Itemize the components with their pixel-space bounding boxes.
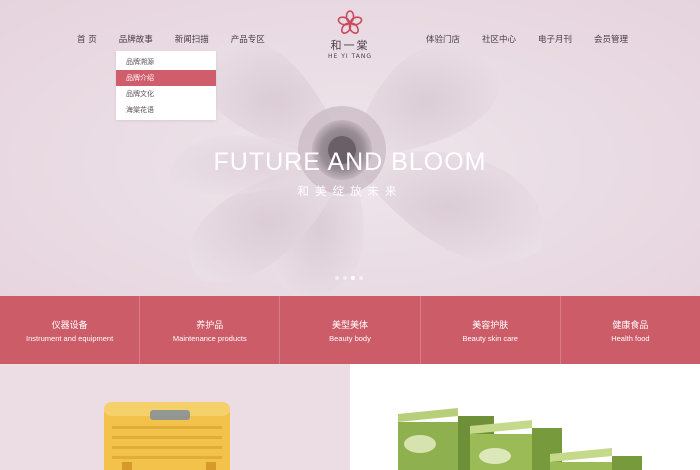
category-beauty-body[interactable]: 美型美体 Beauty body: [280, 296, 421, 364]
nav-products[interactable]: 产品专区: [220, 33, 276, 47]
hero-title: FUTURE AND BLOOM: [213, 148, 487, 176]
hero-subtitle: 和美绽放未来: [297, 184, 403, 198]
nav-e-magazine[interactable]: 电子月刊: [527, 33, 583, 47]
hero-banner: 首 页 品牌故事 新闻扫描 产品专区 和一棠 HE YI TANG 体验门店 社…: [0, 0, 700, 296]
nav-home[interactable]: 首 页: [66, 33, 108, 47]
slider-dot[interactable]: [343, 276, 347, 280]
slider-dot[interactable]: [359, 276, 363, 280]
category-label-en: Beauty body: [329, 333, 371, 343]
category-skin-care[interactable]: 美容护肤 Beauty skin care: [421, 296, 561, 364]
nav-right: 体验门店 社区中心 电子月刊 会员管理: [415, 33, 639, 47]
category-health-food[interactable]: 健康食品 Health food: [561, 296, 700, 364]
category-label-cn: 健康食品: [612, 320, 649, 331]
category-label-cn: 养护品: [196, 320, 224, 331]
logo-english-name: HE YI TANG: [328, 53, 372, 60]
category-label-cn: 美容护肤: [472, 320, 509, 331]
category-label-en: Instrument and equipment: [26, 333, 114, 343]
nav-members[interactable]: 会员管理: [583, 33, 639, 47]
category-label-en: Beauty skin care: [462, 333, 518, 343]
category-maintenance[interactable]: 养护品 Maintenance products: [140, 296, 281, 364]
dropdown-item-flower-language[interactable]: 海棠花语: [116, 102, 216, 118]
category-instruments[interactable]: 仪器设备 Instrument and equipment: [0, 296, 141, 364]
category-label-cn: 美型美体: [332, 320, 369, 331]
dropdown-item-introduction[interactable]: 品牌介绍: [116, 70, 216, 86]
instrument-case-image: [104, 402, 230, 470]
nav-community[interactable]: 社区中心: [471, 33, 527, 47]
slider-dot-active[interactable]: [351, 276, 355, 280]
nav-brand-story[interactable]: 品牌故事: [108, 33, 164, 47]
dropdown-item-culture[interactable]: 品牌文化: [116, 86, 216, 102]
slider-dot[interactable]: [335, 276, 339, 280]
flower-logo-icon: [337, 10, 363, 34]
health-food-boxes-image: [398, 408, 642, 470]
nav-left: 首 页 品牌故事 新闻扫描 产品专区: [66, 33, 276, 47]
slider-dots: [335, 276, 363, 280]
brand-logo[interactable]: 和一棠 HE YI TANG: [326, 10, 374, 76]
nav-news[interactable]: 新闻扫描: [164, 33, 220, 47]
brand-story-dropdown: 品牌溯源 品牌介绍 品牌文化 海棠花语: [116, 51, 216, 120]
dropdown-item-origin[interactable]: 品牌溯源: [116, 54, 216, 70]
logo-chinese-name: 和一棠: [330, 39, 370, 52]
product-panel-health-food[interactable]: [350, 364, 700, 470]
nav-stores[interactable]: 体验门店: [415, 33, 471, 47]
category-label-en: Health food: [611, 333, 650, 343]
category-label-en: Maintenance products: [172, 333, 247, 343]
category-label-cn: 仪器设备: [51, 320, 88, 331]
product-panel-instrument[interactable]: [0, 364, 350, 470]
category-bar: 仪器设备 Instrument and equipment 养护品 Mainte…: [0, 296, 700, 364]
